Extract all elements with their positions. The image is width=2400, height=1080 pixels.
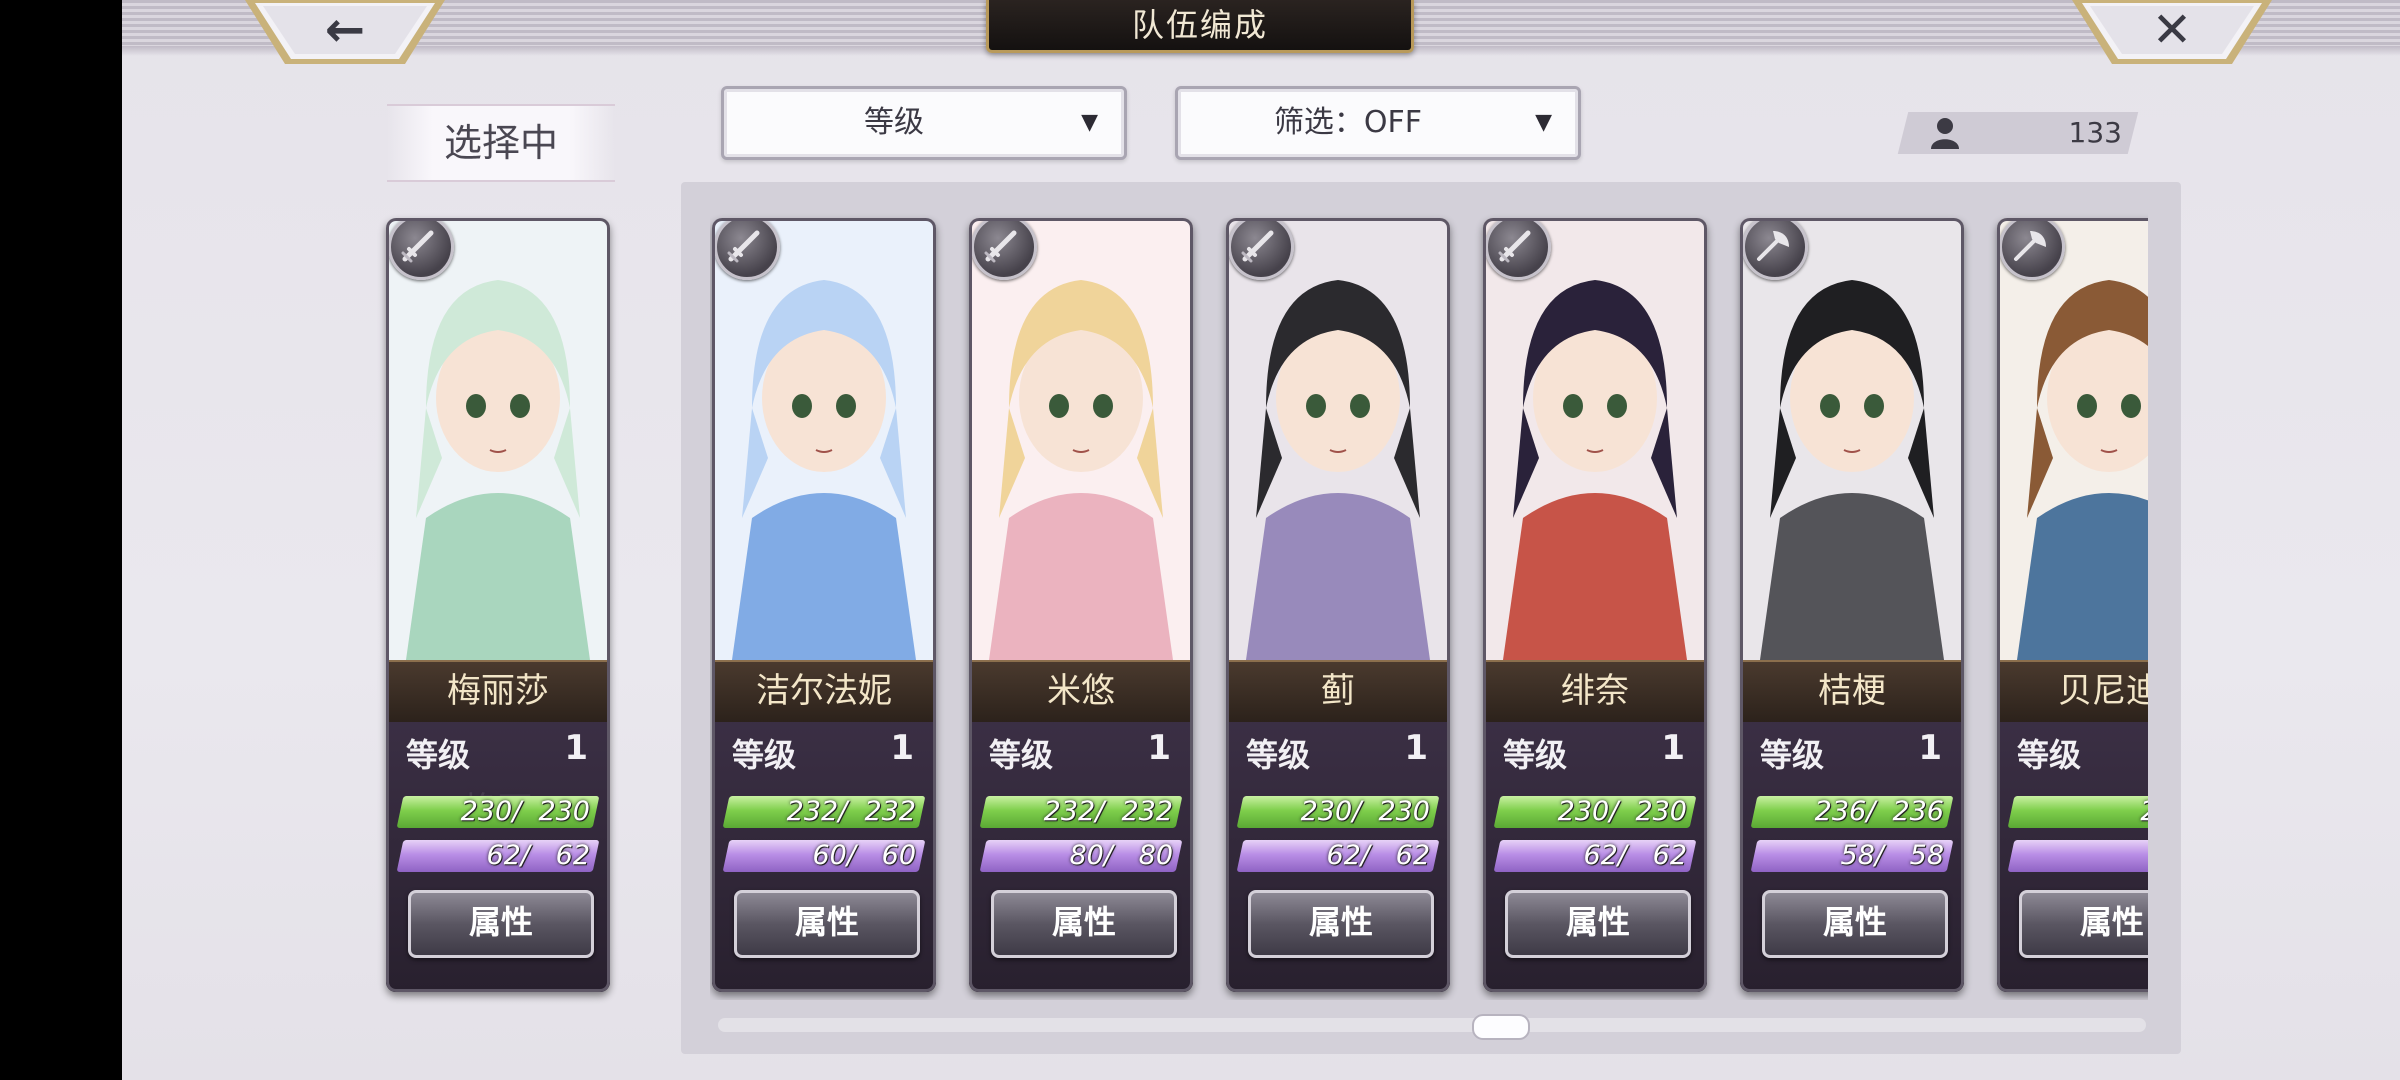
hp-text: 230/ 230 bbox=[1557, 796, 1687, 827]
roster-count: 133 bbox=[2068, 116, 2122, 149]
team-formation-screen: ← 队伍编成 ✕ 选择中 等级 ▼ 筛选：OFF ▼ 133 换下梅丽莎等级12… bbox=[122, 0, 2400, 1080]
axe-icon bbox=[1757, 231, 1789, 261]
person-icon bbox=[1931, 118, 1959, 149]
sword-icon bbox=[727, 230, 760, 263]
axe-icon bbox=[2014, 231, 2046, 261]
level-value: 1 bbox=[1404, 728, 1428, 768]
character-name: 贝尼迪 bbox=[1997, 660, 2148, 722]
level-value: 1 bbox=[1661, 728, 1685, 768]
back-arrow-icon: ← bbox=[324, 2, 366, 58]
character-portrait bbox=[386, 218, 610, 660]
character-portrait bbox=[969, 218, 1193, 660]
character-portrait-image bbox=[1997, 218, 2148, 660]
character-portrait bbox=[712, 218, 936, 660]
character-list[interactable]: 洁尔法妮等级 1 232/ 232 60/ 60 属性 米悠等级 1 232/ 232 80/ … bbox=[710, 200, 2148, 1000]
sort-dropdown[interactable]: 等级 ▼ bbox=[721, 86, 1127, 160]
level-label: 等级 bbox=[1246, 736, 1311, 774]
mp-text: 78/ bbox=[1997, 840, 2148, 872]
character-portrait bbox=[1483, 218, 1707, 660]
attribute-button[interactable]: 属性 bbox=[408, 890, 594, 958]
selected-character-card[interactable]: 换下梅丽莎等级1230/ 23062/ 62属性 bbox=[386, 218, 610, 992]
hp-text: 232/ 232 bbox=[786, 796, 916, 827]
mp-text: 62/ 62 bbox=[486, 840, 590, 871]
attribute-button[interactable]: 属性 bbox=[2019, 890, 2148, 958]
character-portrait bbox=[1997, 218, 2148, 660]
character-portrait-image bbox=[386, 218, 610, 660]
title-plate: 队伍编成 bbox=[986, 0, 1414, 53]
character-name: 米悠 bbox=[969, 660, 1193, 722]
sword-icon bbox=[1241, 230, 1274, 263]
character-portrait-image bbox=[1740, 218, 1964, 660]
sort-dropdown-value: 等级 bbox=[864, 105, 924, 140]
character-portrait bbox=[1740, 218, 1964, 660]
character-portrait-image bbox=[1226, 218, 1450, 660]
hp-text: 230/ 230 bbox=[1300, 796, 1430, 827]
level-label: 等级 bbox=[1503, 736, 1568, 774]
mp-text: 62/ 62 bbox=[1583, 840, 1687, 871]
character-name: 蓟 bbox=[1226, 660, 1450, 722]
selecting-label: 选择中 bbox=[387, 104, 615, 182]
character-card[interactable]: 洁尔法妮等级 1 232/ 232 60/ 60 属性 bbox=[712, 218, 936, 992]
scrollbar-track[interactable] bbox=[718, 1018, 2146, 1032]
level-value: 1 bbox=[1918, 728, 1942, 768]
level-label: 等级 bbox=[1760, 736, 1825, 774]
attribute-button[interactable]: 属性 bbox=[1248, 890, 1434, 958]
attribute-button[interactable]: 属性 bbox=[734, 890, 920, 958]
close-button[interactable]: ✕ bbox=[2072, 0, 2272, 66]
character-portrait-image bbox=[1483, 218, 1707, 660]
hp-text: 232/ 232 bbox=[1043, 796, 1173, 827]
character-name: 绯奈 bbox=[1483, 660, 1707, 722]
level-label: 等级 bbox=[732, 736, 797, 774]
character-card[interactable]: 米悠等级 1 232/ 232 80/ 80 属性 bbox=[969, 218, 1193, 992]
scrollbar-thumb[interactable] bbox=[1472, 1014, 1530, 1040]
character-card[interactable]: 绯奈等级 1 230/ 230 62/ 62 属性 bbox=[1483, 218, 1707, 992]
mp-text: 58/ 58 bbox=[1840, 840, 1944, 871]
level-value: 1 bbox=[1147, 728, 1171, 768]
character-card[interactable]: 贝尼迪等级1236/78/属性 bbox=[1997, 218, 2148, 992]
hp-text: 236/ 236 bbox=[1814, 796, 1944, 827]
level-label: 等级 bbox=[989, 736, 1054, 774]
level-label: 等级 bbox=[2017, 736, 2082, 774]
attribute-button[interactable]: 属性 bbox=[1762, 890, 1948, 958]
chevron-down-icon: ▼ bbox=[1081, 110, 1098, 135]
filter-dropdown-value: 筛选：OFF bbox=[1273, 105, 1423, 140]
character-name: 桔梗 bbox=[1740, 660, 1964, 722]
hp-text: 230/ 230 bbox=[460, 796, 590, 827]
mp-text: 60/ 60 bbox=[812, 840, 916, 871]
character-card[interactable]: 桔梗等级 1 236/ 236 58/ 58 属性 bbox=[1740, 218, 1964, 992]
sword-icon bbox=[984, 230, 1017, 263]
character-portrait bbox=[1226, 218, 1450, 660]
hp-text: 236/ bbox=[1997, 796, 2148, 828]
character-name: 梅丽莎 bbox=[386, 660, 610, 722]
character-portrait-image bbox=[712, 218, 936, 660]
close-icon: ✕ bbox=[2151, 2, 2193, 58]
back-button[interactable]: ← bbox=[245, 0, 445, 66]
filter-dropdown[interactable]: 筛选：OFF ▼ bbox=[1175, 86, 1581, 160]
page-title: 队伍编成 bbox=[1131, 6, 1268, 44]
mp-text: 80/ 80 bbox=[1069, 840, 1173, 871]
sword-icon bbox=[1498, 230, 1531, 263]
character-card[interactable]: 蓟等级 1 230/ 230 62/ 62 属性 bbox=[1226, 218, 1450, 992]
level-value: 1 bbox=[564, 728, 588, 768]
level-label: 等级 bbox=[406, 736, 471, 774]
chevron-down-icon: ▼ bbox=[1535, 110, 1552, 135]
attribute-button[interactable]: 属性 bbox=[1505, 890, 1691, 958]
sword-icon bbox=[401, 230, 434, 263]
character-portrait-image bbox=[969, 218, 1193, 660]
character-name: 洁尔法妮 bbox=[712, 660, 936, 722]
level-value: 1 bbox=[890, 728, 914, 768]
attribute-button[interactable]: 属性 bbox=[991, 890, 1177, 958]
mp-text: 62/ 62 bbox=[1326, 840, 1430, 871]
